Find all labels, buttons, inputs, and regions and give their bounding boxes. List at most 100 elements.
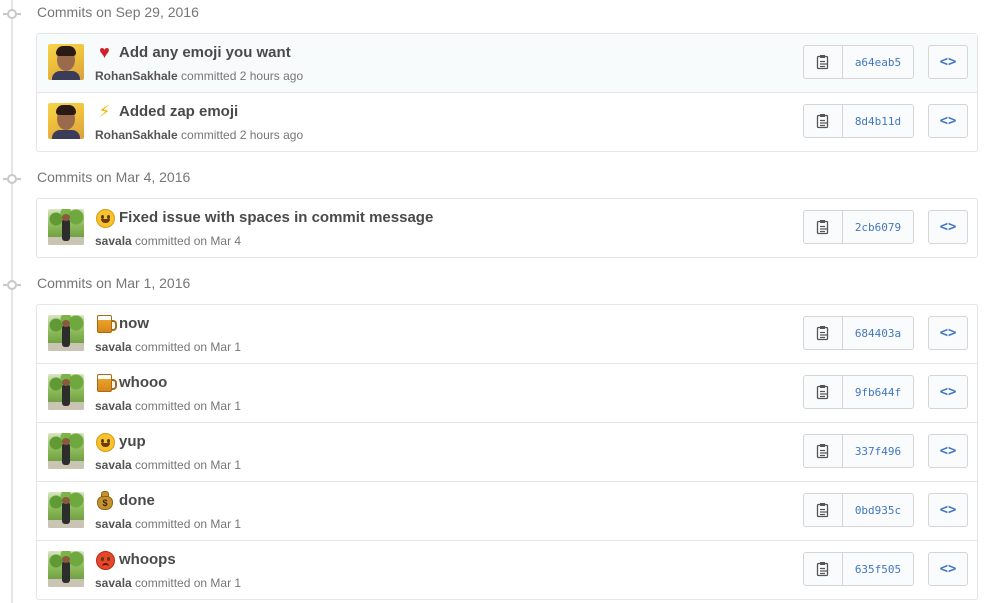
commit-meta: RohanSakhale committed 2 hours ago: [95, 69, 303, 83]
commit-list: now savala committed on Mar 1 684403a <>…: [36, 304, 978, 600]
commit-author[interactable]: savala: [95, 517, 132, 531]
commit-meta: savala committed on Mar 1: [95, 340, 241, 354]
rage-icon: [96, 551, 115, 570]
commit-verb: committed: [135, 340, 191, 354]
heart-icon: ♥: [99, 42, 110, 62]
sha-button-group: 8d4b11d: [803, 104, 914, 138]
commit-group: Commits on Sep 29, 2016: [0, 0, 984, 26]
sha-button-group: 9fb644f: [803, 375, 914, 409]
browse-code-button[interactable]: <>: [928, 375, 968, 409]
zap-icon: ⚡: [98, 102, 111, 121]
commit-message[interactable]: whoops: [119, 551, 176, 568]
commit-message[interactable]: Add any emoji you want: [119, 44, 291, 61]
commit-row: whoops savala committed on Mar 1 635f505…: [37, 540, 977, 599]
commit-group-title: Commits on Sep 29, 2016: [37, 4, 199, 20]
commit-sha-link[interactable]: 2cb6079: [843, 211, 913, 243]
sha-button-group: 0bd935c: [803, 493, 914, 527]
avatar[interactable]: [48, 209, 84, 245]
clipboard-icon: [816, 326, 829, 341]
commit-sha-link[interactable]: 0bd935c: [843, 494, 913, 526]
commit-verb: committed: [135, 576, 191, 590]
commit-time: 2 hours ago: [239, 128, 304, 142]
commit-sha-link[interactable]: a64eab5: [843, 46, 913, 78]
browse-code-button[interactable]: <>: [928, 104, 968, 138]
copy-sha-button[interactable]: [804, 494, 843, 526]
browse-code-button[interactable]: <>: [928, 45, 968, 79]
commit-author[interactable]: RohanSakhale: [95, 69, 178, 83]
clipboard-icon: [816, 444, 829, 459]
smiley-icon: [96, 209, 115, 228]
copy-sha-button[interactable]: [804, 317, 843, 349]
code-icon: <>: [939, 113, 957, 129]
commit-author[interactable]: savala: [95, 340, 132, 354]
code-icon: <>: [939, 219, 957, 235]
commit-row: whooo savala committed on Mar 1 9fb644f …: [37, 363, 977, 422]
avatar[interactable]: [48, 492, 84, 528]
commit-sha-link[interactable]: 337f496: [843, 435, 913, 467]
commit-meta: RohanSakhale committed 2 hours ago: [95, 128, 303, 142]
avatar[interactable]: [48, 315, 84, 351]
clipboard-icon: [816, 220, 829, 235]
commit-meta: savala committed on Mar 1: [95, 399, 241, 413]
avatar[interactable]: [48, 44, 84, 80]
commit-verb: committed: [135, 399, 191, 413]
browse-code-button[interactable]: <>: [928, 210, 968, 244]
moneybag-icon: $: [96, 491, 113, 510]
avatar[interactable]: [48, 103, 84, 139]
code-icon: <>: [939, 325, 957, 341]
sha-button-group: 635f505: [803, 552, 914, 586]
commit-group-header: Commits on Mar 1, 2016: [0, 271, 984, 297]
code-icon: <>: [939, 54, 957, 70]
commit-message[interactable]: Added zap emoji: [119, 103, 238, 120]
commit-author[interactable]: savala: [95, 576, 132, 590]
browse-code-button[interactable]: <>: [928, 316, 968, 350]
browse-code-button[interactable]: <>: [928, 493, 968, 527]
commit-sha-link[interactable]: 635f505: [843, 553, 913, 585]
commit-row: ♥ Add any emoji you want RohanSakhale co…: [37, 34, 977, 92]
smiley-icon: [96, 433, 115, 452]
commit-sha-link[interactable]: 8d4b11d: [843, 105, 913, 137]
copy-sha-button[interactable]: [804, 435, 843, 467]
commit-dot-icon: [3, 280, 21, 290]
commit-author[interactable]: savala: [95, 399, 132, 413]
commit-meta: savala committed on Mar 1: [95, 576, 241, 590]
commit-author[interactable]: savala: [95, 458, 132, 472]
copy-sha-button[interactable]: [804, 105, 843, 137]
commit-time: on Mar 4: [193, 234, 242, 248]
code-icon: <>: [939, 502, 957, 518]
commit-group: Commits on Mar 1, 2016: [0, 271, 984, 297]
clipboard-icon: [816, 562, 829, 577]
clipboard-icon: [816, 55, 829, 70]
code-icon: <>: [939, 443, 957, 459]
commit-author[interactable]: RohanSakhale: [95, 128, 178, 142]
commit-group: Commits on Mar 4, 2016: [0, 165, 984, 191]
commit-row: now savala committed on Mar 1 684403a <>: [37, 305, 977, 363]
commit-time: on Mar 1: [193, 458, 242, 472]
timeline-line: [11, 0, 13, 603]
copy-sha-button[interactable]: [804, 376, 843, 408]
avatar[interactable]: [48, 433, 84, 469]
copy-sha-button[interactable]: [804, 211, 843, 243]
avatar[interactable]: [48, 374, 84, 410]
browse-code-button[interactable]: <>: [928, 552, 968, 586]
avatar[interactable]: [48, 551, 84, 587]
browse-code-button[interactable]: <>: [928, 434, 968, 468]
code-icon: <>: [939, 384, 957, 400]
copy-sha-button[interactable]: [804, 46, 843, 78]
commit-time: on Mar 1: [193, 576, 242, 590]
commit-message[interactable]: whooo: [119, 374, 167, 391]
commit-message[interactable]: now: [119, 315, 149, 332]
commit-author[interactable]: savala: [95, 234, 132, 248]
commit-message[interactable]: done: [119, 492, 155, 509]
commit-time: on Mar 1: [193, 399, 242, 413]
beer-icon: [97, 315, 117, 333]
commit-message[interactable]: Fixed issue with spaces in commit messag…: [119, 209, 433, 226]
commit-sha-link[interactable]: 684403a: [843, 317, 913, 349]
commit-message[interactable]: yup: [119, 433, 146, 450]
commit-sha-link[interactable]: 9fb644f: [843, 376, 913, 408]
commit-group-title: Commits on Mar 4, 2016: [37, 169, 191, 185]
beer-icon: [97, 374, 117, 392]
clipboard-icon: [816, 385, 829, 400]
code-icon: <>: [939, 561, 957, 577]
copy-sha-button[interactable]: [804, 553, 843, 585]
